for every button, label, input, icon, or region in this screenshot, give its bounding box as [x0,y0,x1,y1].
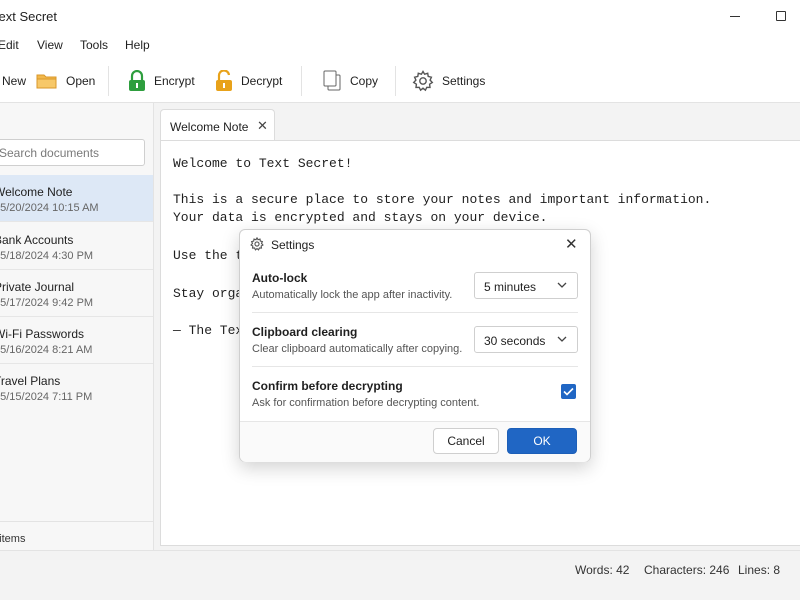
editor-line: Your data is encrypted and stays on your… [173,210,548,225]
document-date: 05/18/2024 4:30 PM [0,250,94,262]
tab-label: Welcome Note [170,120,249,134]
menu-help[interactable]: Help [125,38,150,52]
menu-bar: Edit View Tools Help [0,32,800,58]
gear-icon [412,70,434,92]
maximize-button[interactable] [758,0,800,32]
menu-tools[interactable]: Tools [80,38,108,52]
close-icon[interactable]: ✕ [565,235,578,253]
document-title: Bank Accounts [0,233,74,247]
ok-button[interactable]: OK [507,428,577,454]
setting-label: Confirm before decrypting [252,379,403,393]
item-count: 5 items [0,533,26,545]
word-count: Words: 42 [575,563,630,577]
document-item-private-journal[interactable]: Private Journal 05/17/2024 9:42 PM [0,270,153,317]
toolbar-separator [395,66,396,96]
settings-button[interactable]: Settings [412,67,485,95]
document-title: Private Journal [0,280,75,294]
dialog-footer: Cancel OK [240,421,590,462]
menu-edit[interactable]: Edit [0,38,19,52]
decrypt-label: Decrypt [241,74,283,88]
select-value: 5 minutes [484,280,537,294]
document-date: 05/15/2024 7:11 PM [0,391,93,403]
document-date: 05/17/2024 9:42 PM [0,297,94,309]
settings-label: Settings [442,74,486,88]
editor-line: This is a secure place to store your not… [173,192,712,207]
copy-icon [323,70,341,91]
decrypt-button[interactable]: Decrypt [215,67,282,95]
window-title: Text Secret [0,9,58,24]
dialog-title: Settings [271,238,315,252]
new-button[interactable]: New [0,67,26,95]
cancel-button[interactable]: Cancel [433,428,499,454]
toolbar-separator [301,66,302,96]
unlock-icon [216,70,232,91]
tab-close-icon[interactable]: ✕ [257,118,268,134]
encrypt-button[interactable]: Encrypt [128,67,195,95]
document-item-bank-accounts[interactable]: Bank Accounts 05/18/2024 4:30 PM [0,223,153,270]
copy-button[interactable]: Copy [322,67,378,95]
setting-label: Auto-lock [252,271,308,285]
minimize-button[interactable] [712,0,758,32]
setting-description: Clear clipboard automatically after copy… [252,343,463,355]
copy-label: Copy [350,74,379,88]
document-sidebar: Welcome Note 05/20/2024 10:15 AM Bank Ac… [0,103,154,550]
character-count: Characters: 246 [644,563,730,577]
menu-view[interactable]: View [37,38,63,52]
checkmark-icon [563,387,574,396]
line-count: Lines: 8 [738,563,781,577]
setting-label: Clipboard clearing [252,325,358,339]
dialog-header: Settings ✕ [240,230,590,258]
auto-lock-select[interactable]: 5 minutes [474,272,578,299]
setting-confirm-decrypting: Confirm before decrypting Ask for confir… [240,367,590,421]
toolbar-separator [108,66,109,96]
document-date: 05/20/2024 10:15 AM [0,202,99,214]
toolbar: New Open Encrypt Decrypt Copy Settings [0,58,800,103]
lock-icon [129,70,145,91]
clipboard-clearing-select[interactable]: 30 seconds [474,326,578,353]
document-item-welcome-note[interactable]: Welcome Note 05/20/2024 10:15 AM [0,175,153,222]
window-bottom-edge [0,586,800,600]
setting-description: Automatically lock the app after inactiv… [252,289,453,301]
document-title: Welcome Note [0,185,73,199]
document-item-travel-plans[interactable]: Travel Plans 05/15/2024 7:11 PM [0,364,153,411]
open-label: Open [66,74,96,88]
select-value: 30 seconds [484,334,546,348]
document-title: Wi-Fi Passwords [0,327,85,341]
open-button[interactable]: Open [36,67,95,95]
minimize-icon [730,15,740,17]
gear-icon [250,237,264,251]
chevron-down-icon [557,336,567,342]
editor-line: Welcome to Text Secret! [173,156,353,171]
sidebar-footer: 5 items [0,521,153,550]
folder-icon [36,74,57,89]
document-item-wifi-passwords[interactable]: Wi-Fi Passwords 05/16/2024 8:21 AM [0,317,153,364]
confirm-decrypting-checkbox[interactable] [561,384,576,399]
status-bar: Words: 42 Characters: 246 Lines: 8 [0,550,800,586]
setting-description: Ask for confirmation before decrypting c… [252,397,480,409]
document-date: 05/16/2024 8:21 AM [0,344,93,356]
new-label: New [2,74,27,88]
setting-auto-lock: Auto-lock Automatically lock the app aft… [240,259,590,313]
maximize-icon [776,11,786,21]
setting-clipboard-clearing: Clipboard clearing Clear clipboard autom… [240,313,590,367]
settings-dialog: Settings ✕ Auto-lock Automatically lock … [239,229,591,462]
encrypt-label: Encrypt [154,74,195,88]
search-input[interactable] [0,140,144,165]
chevron-down-icon [557,282,567,288]
title-bar: Text Secret [0,0,800,32]
document-title: Travel Plans [0,374,61,388]
tab-welcome-note[interactable]: Welcome Note ✕ [160,109,275,140]
search-box[interactable] [0,139,145,166]
